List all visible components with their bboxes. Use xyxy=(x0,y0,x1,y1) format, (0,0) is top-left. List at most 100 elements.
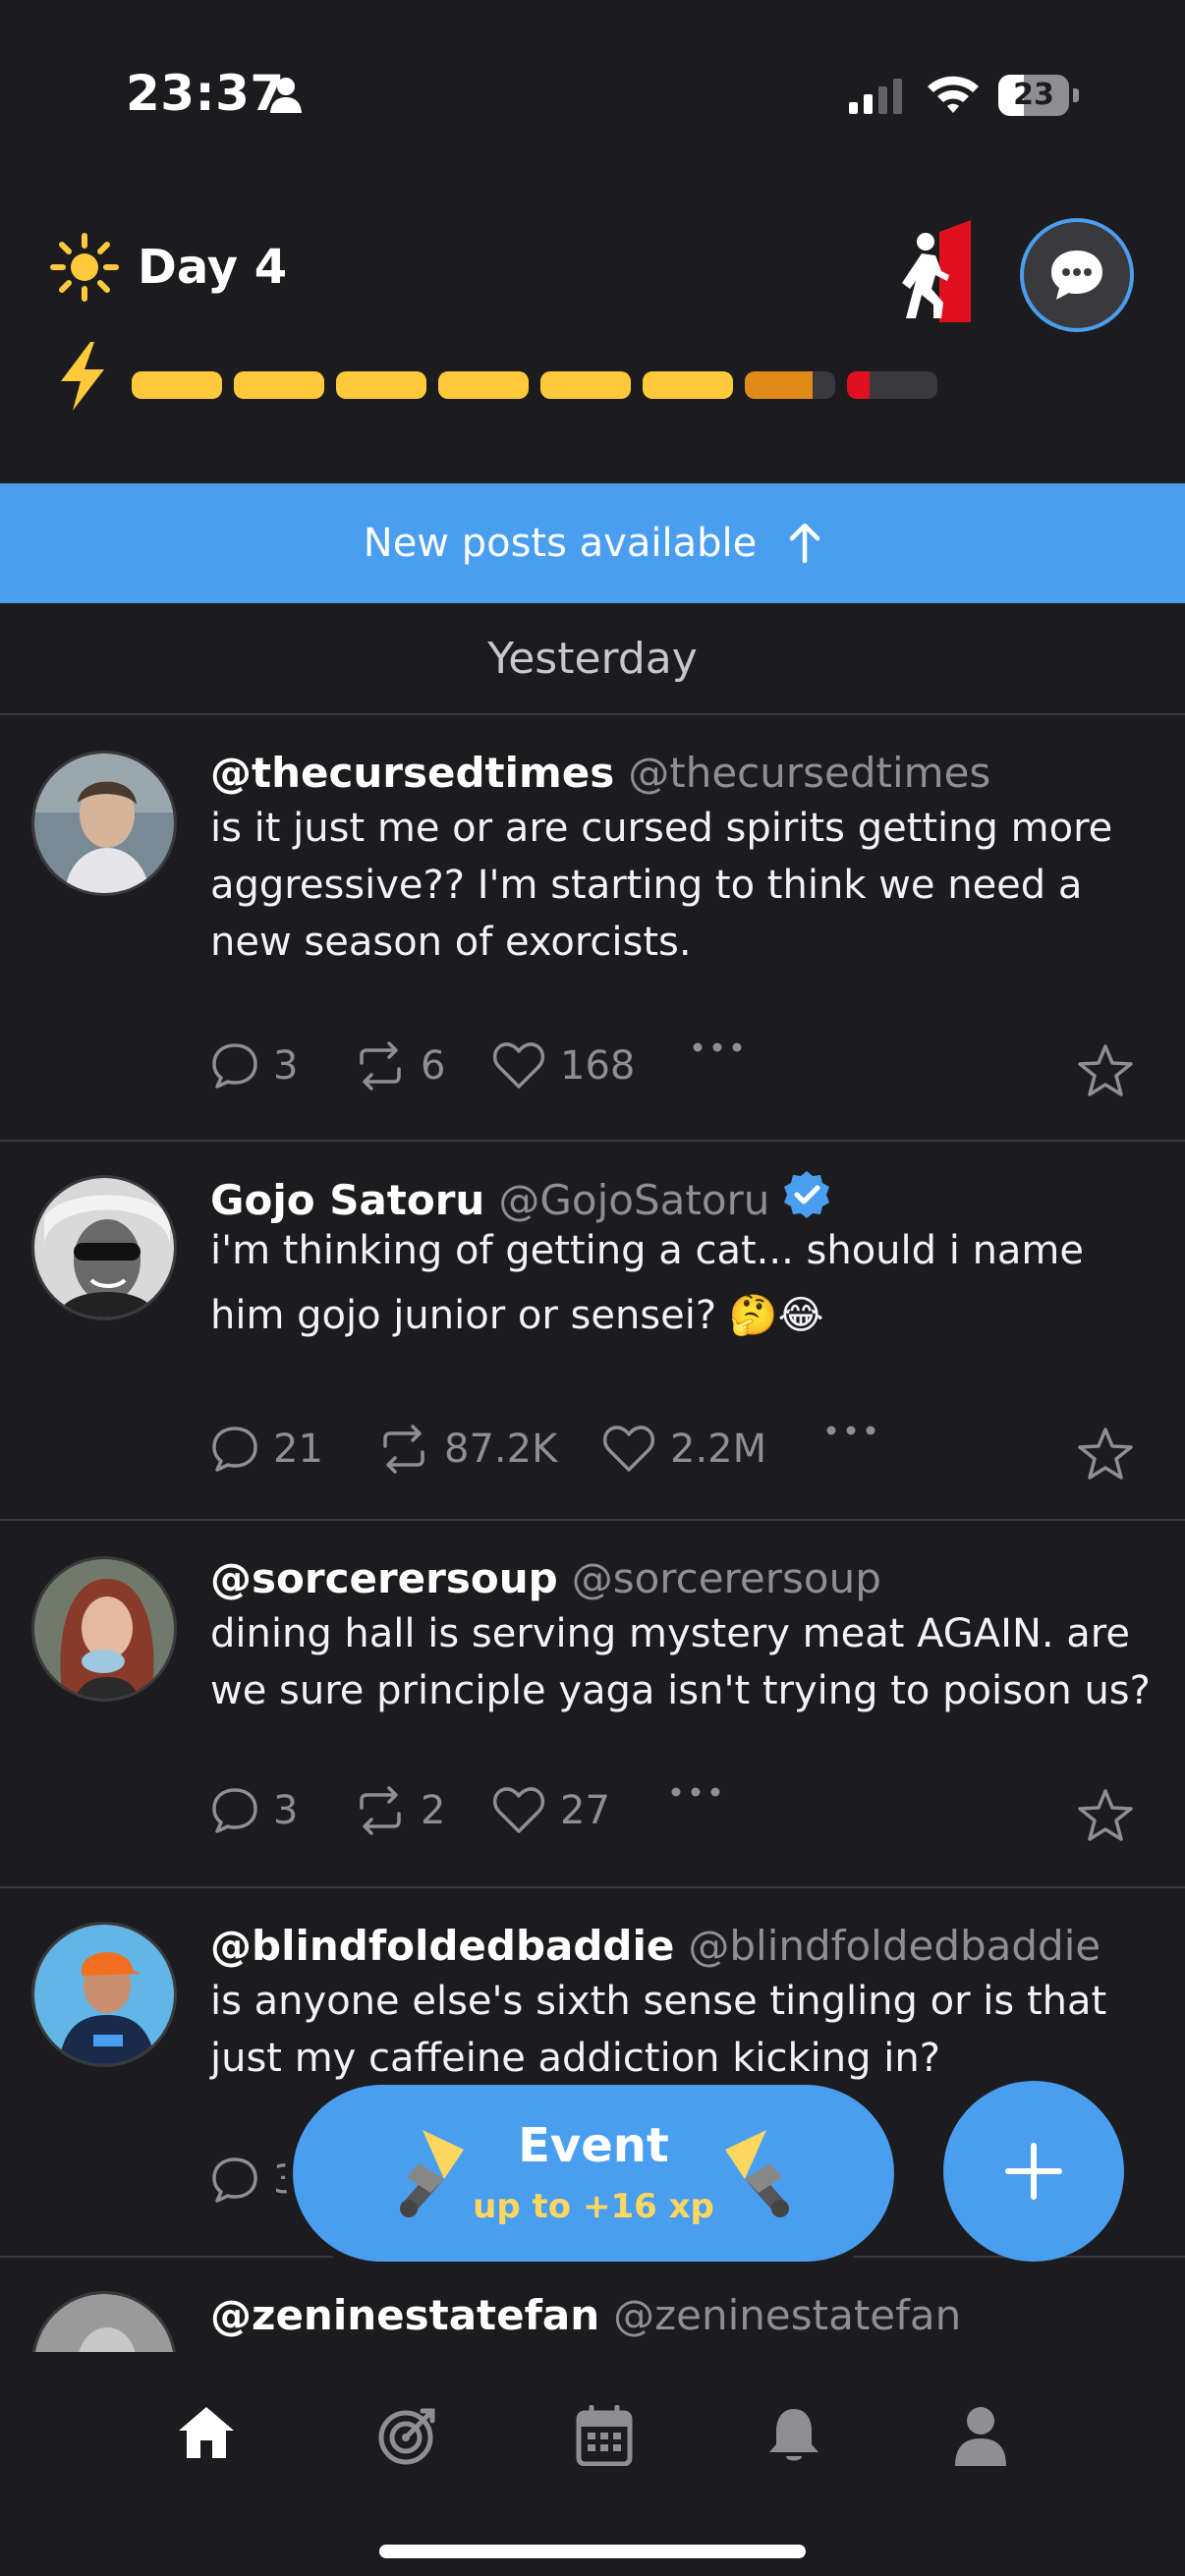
like-button[interactable]: 27 xyxy=(491,1786,610,1835)
heart-icon xyxy=(492,1787,545,1833)
energy-segment-fill xyxy=(438,371,529,399)
post-item[interactable]: Gojo Satoru @GojoSatoru i'm thinking of g… xyxy=(0,1142,1185,1521)
battery-level: 23 xyxy=(1013,78,1054,112)
energy-segment-fill xyxy=(132,371,222,399)
like-button[interactable]: 2.2M xyxy=(601,1425,766,1474)
arrow-up-icon xyxy=(789,524,820,563)
calendar-icon[interactable] xyxy=(576,2405,633,2466)
user-handle[interactable]: @thecursedtimes xyxy=(628,749,990,797)
tab-bar xyxy=(0,2352,1185,2576)
repost-button[interactable]: 6 xyxy=(354,1041,445,1091)
chat-button[interactable] xyxy=(1020,218,1134,332)
energy-segment-fill xyxy=(234,371,324,399)
exit-door-icon[interactable] xyxy=(896,220,973,326)
post-item[interactable]: @zeninestatefan @zeninestatefan xyxy=(0,2258,1185,2352)
heart-icon xyxy=(492,1042,545,1089)
new-posts-banner[interactable]: New posts available xyxy=(0,483,1185,603)
reply-count: 3 xyxy=(273,1043,299,1089)
comment-icon xyxy=(212,1427,257,1472)
post-actions: 3 6 168 xyxy=(210,1041,1134,1100)
comment-icon xyxy=(212,2157,257,2203)
display-name[interactable]: @thecursedtimes xyxy=(210,749,614,797)
user-handle[interactable]: @sorcerersoup xyxy=(572,1554,881,1602)
profile-icon[interactable] xyxy=(953,2405,1008,2466)
avatar[interactable] xyxy=(31,1175,177,1320)
more-dots-icon xyxy=(671,1787,720,1797)
person-status-icon xyxy=(270,78,302,113)
post-text: i'm thinking of getting a cat... should … xyxy=(210,1228,1085,1338)
new-posts-label: New posts available xyxy=(363,521,758,566)
event-button[interactable]: Event up to +16 xp xyxy=(285,2077,902,2269)
repost-button[interactable]: 87.2K xyxy=(377,1425,557,1474)
battery-indicator: 23 xyxy=(998,75,1079,116)
reply-button[interactable]: 21 xyxy=(210,1425,323,1474)
more-options-button[interactable] xyxy=(692,1041,757,1053)
display-name[interactable]: @blindfoldedbaddie xyxy=(210,1922,674,1970)
verified-badge-icon xyxy=(784,1171,830,1218)
app-header: Day 4 xyxy=(0,167,1185,485)
avatar[interactable] xyxy=(31,2291,177,2352)
user-handle[interactable]: @zeninestatefan xyxy=(613,2291,961,2339)
repost-count: 2 xyxy=(421,1788,446,1833)
more-options-button[interactable] xyxy=(670,1786,735,1798)
display-name[interactable]: @zeninestatefan xyxy=(210,2291,599,2339)
energy-segment xyxy=(745,371,835,399)
energy-segment-fill xyxy=(540,371,631,399)
star-icon[interactable] xyxy=(1077,1788,1134,1843)
repost-icon xyxy=(383,1425,424,1474)
display-name[interactable]: Gojo Satoru xyxy=(210,1176,484,1224)
torch-icon xyxy=(725,2130,789,2217)
like-count: 168 xyxy=(560,1043,636,1089)
comment-icon xyxy=(212,1788,257,1833)
reply-button[interactable]: 3 xyxy=(210,1786,298,1835)
post-item[interactable]: @sorcerersoup @sorcerersoup dining hall i… xyxy=(0,1521,1185,1888)
lightning-icon xyxy=(61,342,104,411)
status-bar: 23:37 23 xyxy=(0,0,1185,167)
post-item[interactable]: @thecursedtimes @thecursedtimes is it jus… xyxy=(0,715,1185,1142)
status-time: 23:37 xyxy=(126,65,285,122)
more-options-button[interactable] xyxy=(825,1425,890,1436)
like-count: 2.2M xyxy=(670,1427,767,1472)
sun-icon xyxy=(50,233,119,302)
energy-segment xyxy=(234,371,324,399)
repost-count: 87.2K xyxy=(444,1427,558,1472)
reply-count: 21 xyxy=(273,1427,323,1472)
repost-button[interactable]: 2 xyxy=(354,1786,445,1835)
reply-count: 3 xyxy=(273,1788,299,1833)
user-handle[interactable]: @GojoSatoru xyxy=(498,1176,769,1224)
day-label: Day 4 xyxy=(138,240,288,295)
reply-button[interactable]: 3 xyxy=(210,1041,298,1091)
heart-icon xyxy=(602,1426,655,1472)
star-icon[interactable] xyxy=(1077,1427,1134,1482)
energy-segment xyxy=(438,371,529,399)
display-name[interactable]: @sorcerersoup xyxy=(210,1554,558,1602)
post-text: is anyone else's sixth sense tingling or… xyxy=(210,1979,1107,2081)
post-actions: 3 2 27 xyxy=(210,1786,1134,1845)
avatar[interactable] xyxy=(31,751,177,896)
star-icon[interactable] xyxy=(1077,1043,1134,1098)
avatar[interactable] xyxy=(31,1556,177,1702)
chat-bubble-icon xyxy=(1051,251,1102,300)
post-text: is it just me or are cursed spirits gett… xyxy=(210,806,1113,965)
target-icon[interactable] xyxy=(377,2405,438,2466)
home-indicator xyxy=(379,2545,806,2558)
energy-segment xyxy=(336,371,426,399)
energy-segment xyxy=(540,371,631,399)
more-dots-icon xyxy=(693,1042,742,1052)
like-count: 27 xyxy=(560,1788,610,1833)
plus-icon xyxy=(1005,2143,1062,2200)
repost-count: 6 xyxy=(421,1043,446,1089)
energy-segment-fill xyxy=(847,371,870,399)
wifi-icon xyxy=(928,76,979,113)
energy-segment xyxy=(132,371,222,399)
repost-icon xyxy=(360,1786,401,1835)
like-button[interactable]: 168 xyxy=(491,1041,635,1091)
bell-icon[interactable] xyxy=(766,2405,821,2466)
section-date-label: Yesterday xyxy=(0,603,1185,715)
energy-segment-fill xyxy=(336,371,426,399)
user-handle[interactable]: @blindfoldedbaddie xyxy=(688,1922,1100,1970)
energy-segment xyxy=(847,371,937,399)
home-icon[interactable] xyxy=(177,2405,236,2460)
compose-button[interactable] xyxy=(943,2081,1124,2262)
avatar[interactable] xyxy=(31,1922,177,2067)
